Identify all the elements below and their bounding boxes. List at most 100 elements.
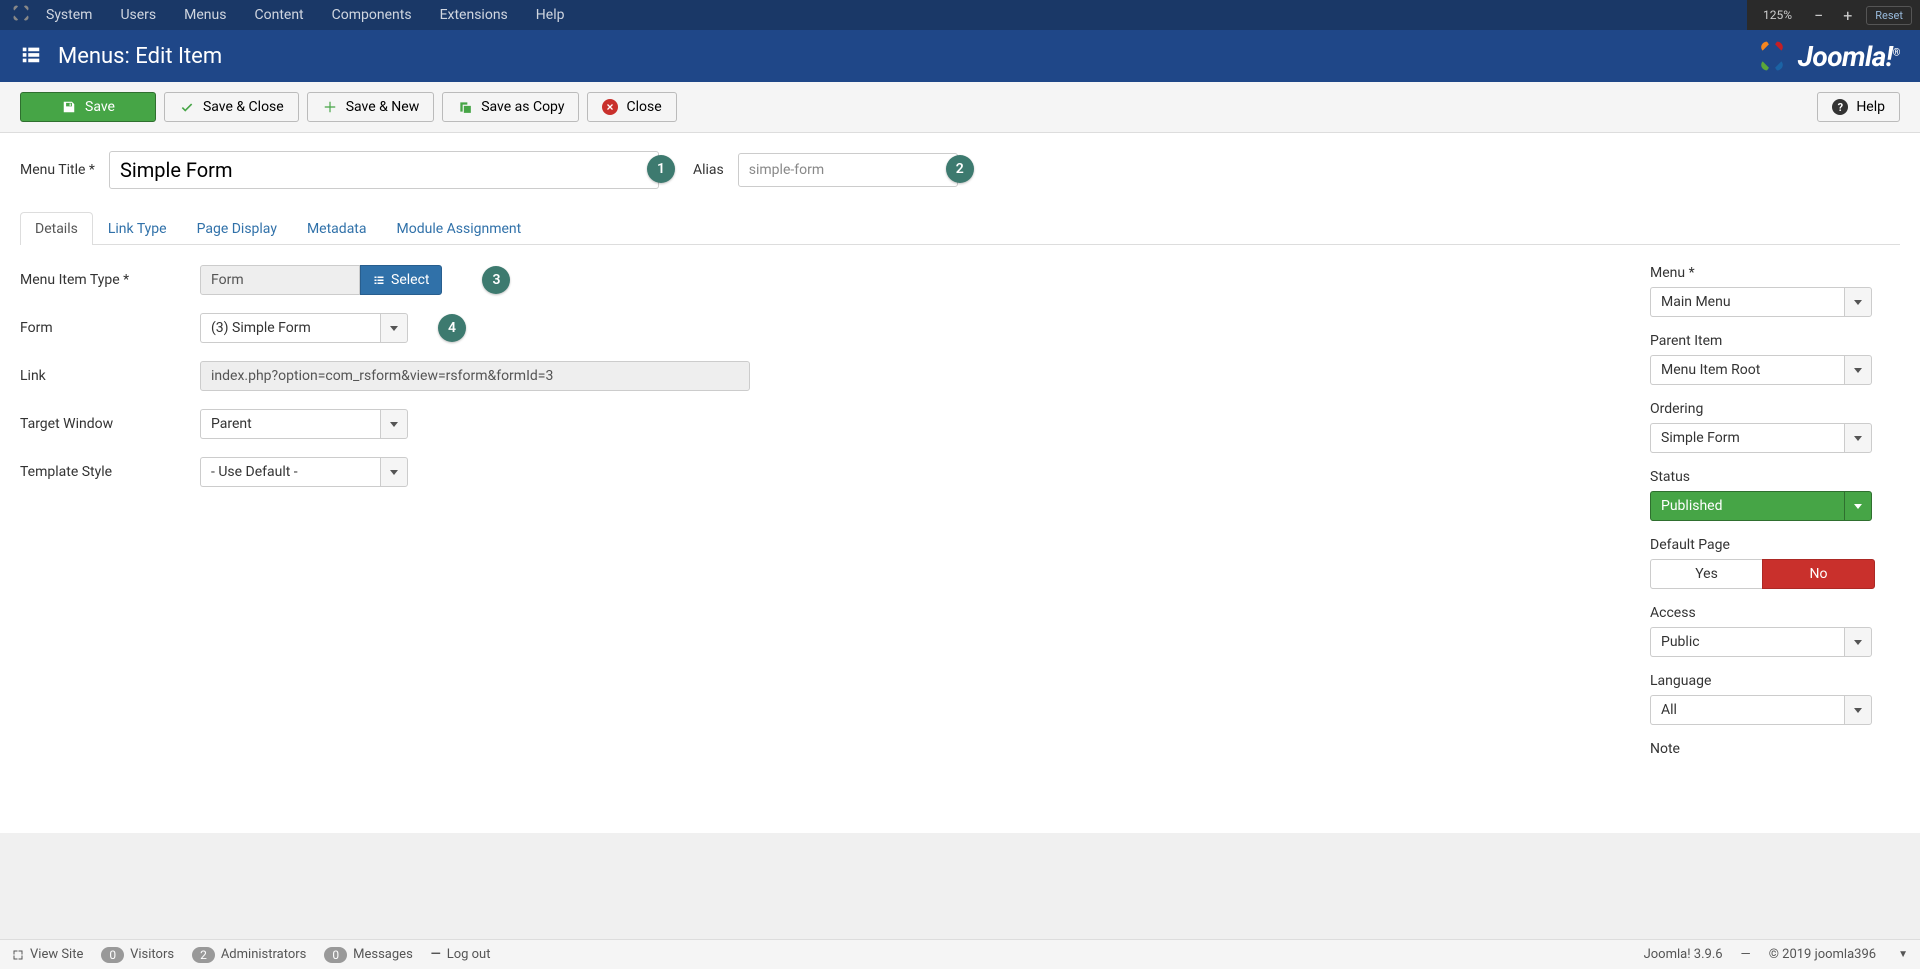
version-text: Joomla! 3.9.6 [1644,947,1723,962]
browser-zoom-bar: 125% − + Reset [1747,0,1920,30]
template-style-label: Template Style [20,464,200,480]
zoom-reset-button[interactable]: Reset [1866,6,1912,25]
close-button[interactable]: Close [587,92,676,122]
nav-menus[interactable]: Menus [172,7,238,23]
logout-link[interactable]: — Log out [431,947,491,962]
form-select[interactable]: (3) Simple Form [200,313,408,343]
chevron-down-icon[interactable] [1844,491,1872,521]
form-label: Form [20,320,200,336]
annotation-4: 4 [438,314,466,342]
view-site-link[interactable]: View Site [12,947,83,962]
form-select-value: (3) Simple Form [200,313,380,343]
details-form: Menu Item Type * Form Select 3 Form (3) … [20,265,1610,773]
nav-content[interactable]: Content [242,7,315,23]
joomla-icon[interactable] [12,4,30,26]
messages-link[interactable]: 0 Messages [324,947,412,963]
help-icon: ? [1832,99,1848,115]
brand-text: Joomla!® [1798,40,1900,73]
menu-select-value: Main Menu [1650,287,1844,317]
chevron-down-icon[interactable] [380,457,408,487]
save-icon [61,99,77,115]
chevron-down-icon[interactable]: ▼ [1898,949,1908,960]
status-bar: View Site 0 Visitors 2 Administrators 0 … [0,939,1920,969]
annotation-2: 2 [946,155,974,183]
parent-item-value: Menu Item Root [1650,355,1844,385]
save-new-button[interactable]: Save & New [307,92,435,122]
chevron-down-icon[interactable] [1844,627,1872,657]
target-window-select[interactable]: Parent [200,409,408,439]
page-title: Menus: Edit Item [58,44,222,69]
external-link-icon [12,949,24,961]
admin-topnav: System Users Menus Content Components Ex… [0,0,1920,30]
annotation-1: 1 [647,155,675,183]
template-style-select[interactable]: - Use Default - [200,457,408,487]
access-value: Public [1650,627,1844,657]
save-close-button[interactable]: Save & Close [164,92,299,122]
chevron-down-icon[interactable] [380,313,408,343]
status-label: Status [1650,469,1900,485]
annotation-3: 3 [482,266,510,294]
admins-badge: 2 [192,947,215,963]
zoom-out-button[interactable]: − [1808,6,1829,25]
language-select[interactable]: All [1650,695,1872,725]
tabs: Details Link Type Page Display Metadata … [20,211,1900,245]
link-label: Link [20,368,200,384]
page-header: Menus: Edit Item Joomla!® [0,30,1920,82]
language-value: All [1650,695,1844,725]
copy-icon [457,99,473,115]
close-icon [602,99,618,115]
joomla-logo-icon [1754,38,1790,74]
status-select[interactable]: Published [1650,491,1872,521]
save-copy-button[interactable]: Save as Copy [442,92,579,122]
note-label: Note [1650,741,1900,757]
nav-components[interactable]: Components [320,7,424,23]
content-area: Menu Title * 1 Alias 2 Details Link Type… [0,133,1920,833]
toolbar: Save Save & Close Save & New Save as Cop… [0,82,1920,133]
help-button[interactable]: ? Help [1817,92,1900,122]
tab-page-display[interactable]: Page Display [182,212,292,245]
select-type-button[interactable]: Select [360,265,442,295]
tab-module-assignment[interactable]: Module Assignment [382,212,537,245]
access-label: Access [1650,605,1900,621]
status-value: Published [1650,491,1844,521]
zoom-in-button[interactable]: + [1837,6,1858,25]
menu-label: Menu * [1650,265,1900,281]
save-button[interactable]: Save [20,92,156,122]
access-select[interactable]: Public [1650,627,1872,657]
sidebar-options: Menu * Main Menu Parent Item Menu Item R… [1650,265,1900,773]
messages-badge: 0 [324,947,347,963]
tab-details[interactable]: Details [20,212,93,245]
copyright-text: © 2019 joomla396 [1769,947,1876,962]
administrators-link[interactable]: 2 Administrators [192,947,306,963]
visitors-link[interactable]: 0 Visitors [101,947,174,963]
alias-label: Alias [693,162,724,178]
alias-input[interactable] [738,153,958,187]
plus-icon [322,99,338,115]
default-yes-button[interactable]: Yes [1650,559,1762,589]
chevron-down-icon[interactable] [1844,695,1872,725]
title-row: Menu Title * 1 Alias 2 [20,151,1900,189]
parent-item-label: Parent Item [1650,333,1900,349]
default-no-button[interactable]: No [1762,559,1875,589]
nav-users[interactable]: Users [108,7,168,23]
nav-extensions[interactable]: Extensions [428,7,520,23]
default-page-toggle[interactable]: Yes No [1650,559,1875,589]
target-window-value: Parent [200,409,380,439]
parent-item-select[interactable]: Menu Item Root [1650,355,1872,385]
nav-help[interactable]: Help [524,7,577,23]
chevron-down-icon[interactable] [1844,287,1872,317]
chevron-down-icon[interactable] [1844,423,1872,453]
menu-select[interactable]: Main Menu [1650,287,1872,317]
list-icon [20,43,42,69]
nav-system[interactable]: System [34,7,104,23]
chevron-down-icon[interactable] [1844,355,1872,385]
tab-link-type[interactable]: Link Type [93,212,182,245]
zoom-percent: 125% [1755,8,1800,22]
joomla-brand: Joomla!® [1754,38,1900,74]
tab-metadata[interactable]: Metadata [292,212,382,245]
menu-title-input[interactable] [109,151,659,189]
ordering-select[interactable]: Simple Form [1650,423,1872,453]
menu-title-label: Menu Title * [20,162,95,178]
language-label: Language [1650,673,1900,689]
chevron-down-icon[interactable] [380,409,408,439]
